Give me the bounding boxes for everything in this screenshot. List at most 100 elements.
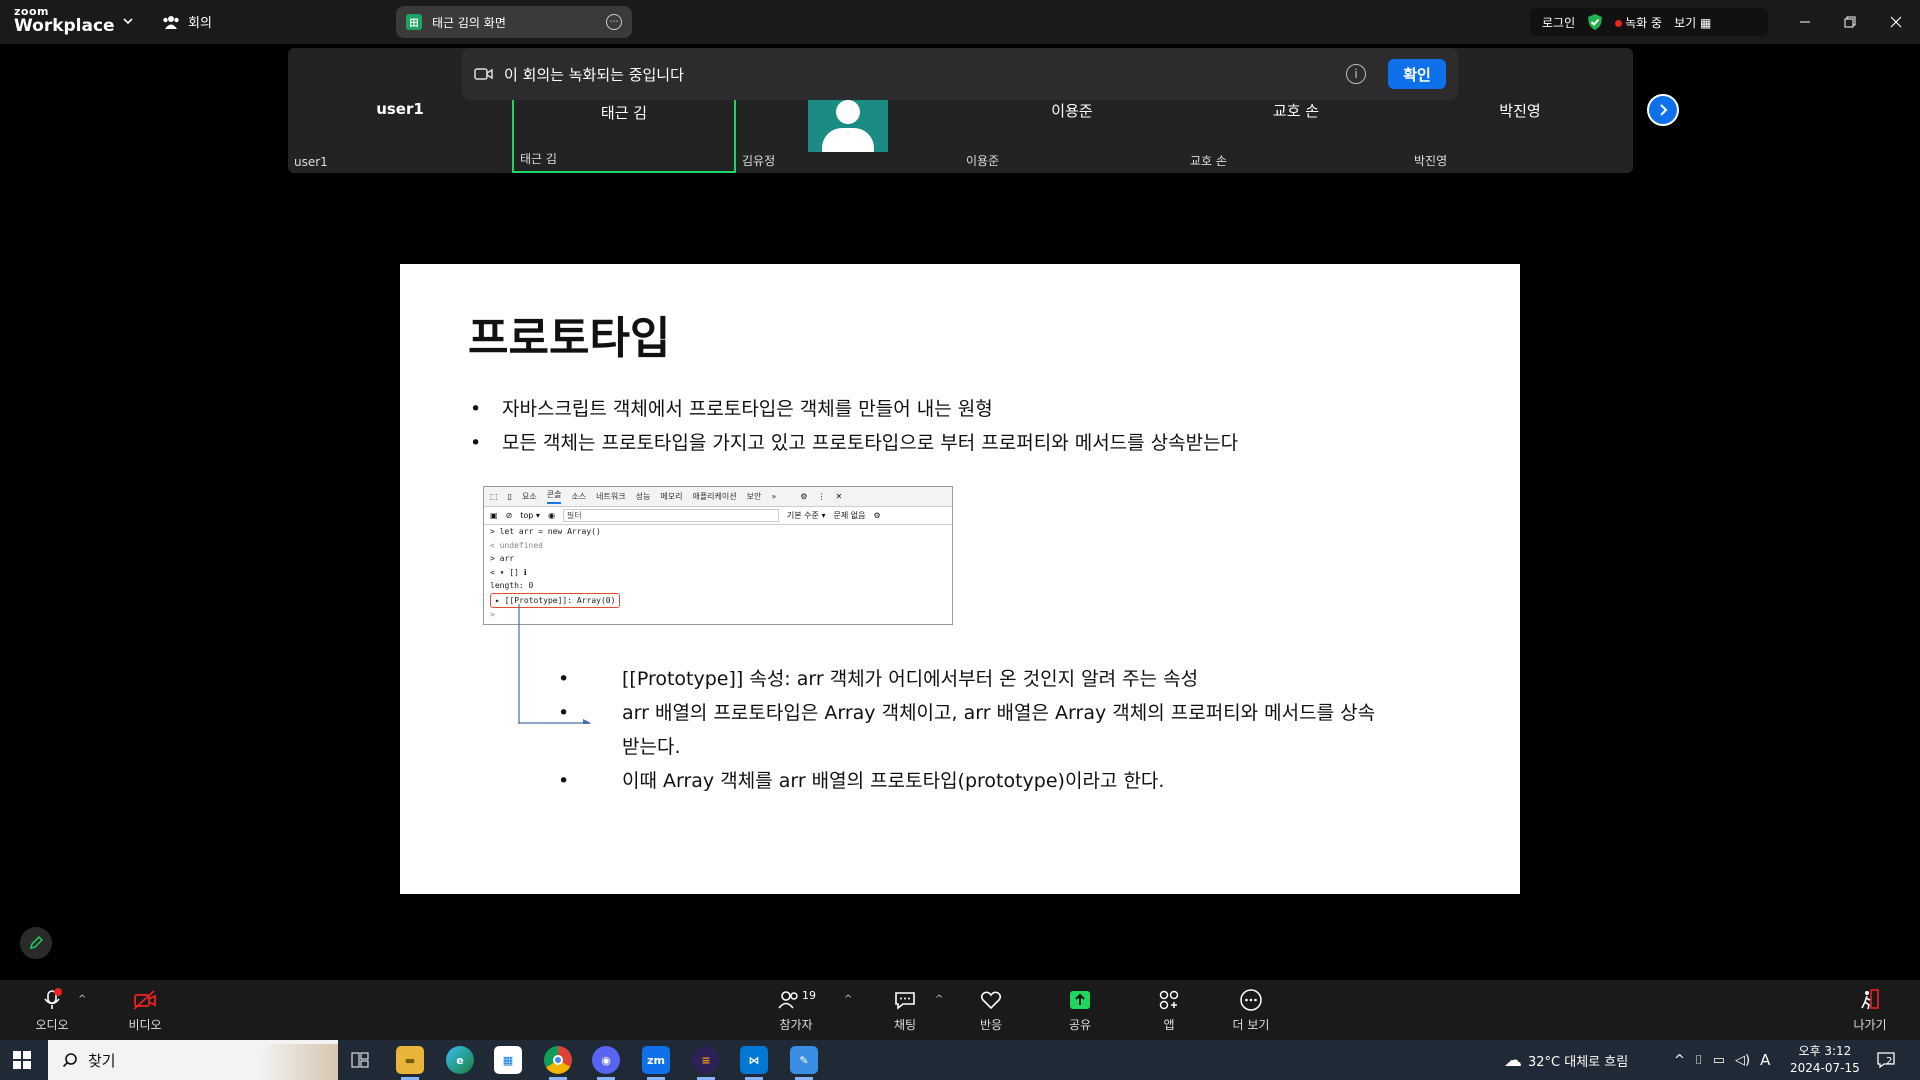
participant-display-name: 교호 손 [1272, 102, 1320, 120]
participants-button[interactable]: 19 참가자 [756, 988, 836, 1033]
leave-icon [1861, 989, 1879, 1010]
heart-icon [980, 991, 1002, 1010]
search-highlight-image [258, 1044, 338, 1080]
chevron-down-icon[interactable] [120, 13, 136, 29]
close-icon[interactable] [1884, 10, 1908, 34]
minimize-icon[interactable] [1793, 10, 1817, 34]
participants-label: 참가자 [779, 1018, 813, 1032]
console-line: < undefined [490, 540, 543, 550]
record-dot-icon [1615, 19, 1623, 27]
weather-widget[interactable]: ☁ 32°C 대체로 흐림 [1504, 1040, 1628, 1080]
inspect-icon: ⬚ [490, 492, 498, 501]
login-button[interactable]: 로그인 [1542, 14, 1575, 31]
paint-icon[interactable]: ✎ [790, 1046, 818, 1074]
participant-display-name: 태근 김 [600, 104, 648, 122]
participant-name-label: 교호 손 [1190, 154, 1227, 168]
participants-options-caret[interactable]: ^ [844, 994, 852, 1005]
next-page-button[interactable] [1647, 94, 1679, 126]
gear-icon: ⚙ [873, 511, 881, 520]
react-label: 반응 [979, 1018, 1003, 1032]
zoom-title-bar: zoom Workplace 회의 田 태근 김의 화면 ⋯ 로그인 녹화 중 … [0, 0, 1920, 44]
store-icon[interactable]: ▦ [494, 1046, 522, 1074]
discord-icon[interactable]: ◉ [592, 1046, 620, 1074]
confirm-button[interactable]: 확인 [1388, 59, 1446, 89]
chat-icon [895, 992, 915, 1010]
device-icon: ▯ [507, 492, 512, 501]
task-view-icon[interactable] [346, 1046, 374, 1074]
bullet-item: 모든 객체는 프로토타입을 가지고 있고 프로토타입으로 부터 프로퍼티와 메서… [470, 426, 1238, 460]
devtools-tab: 보안 [746, 492, 762, 501]
recording-notice-text: 이 회의는 녹화되는 중입니다 [504, 65, 684, 84]
recording-indicator[interactable]: 녹화 중 [1615, 14, 1662, 31]
video-off-icon [133, 990, 156, 1010]
chat-options-caret[interactable]: ^ [935, 994, 943, 1005]
pen-icon [30, 936, 43, 949]
info-icon[interactable]: i [1346, 64, 1366, 84]
windows-taskbar: 찾기 ▬ e ▦ ◉ zm ≡ ⋈ ✎ ☁ 32°C 대체로 흐림 ^ ⌷ ▭ … [0, 1040, 1920, 1080]
kebab-icon: ⋮ [817, 492, 826, 501]
apps-button[interactable]: 앱 [1129, 988, 1209, 1033]
sheets-app-icon: 田 [406, 14, 422, 30]
sidebar-toggle-icon: ▣ [490, 511, 498, 520]
meeting-toolbar: 오디오 ^ 비디오 19 참가자 ^ 채팅 ^ 반응 공유 앱 더 보기 나가기 [0, 980, 1920, 1040]
annotate-pen-button[interactable] [20, 927, 52, 959]
zoom-app-label: zm [647, 1053, 665, 1067]
file-explorer-icon[interactable]: ▬ [396, 1046, 424, 1074]
notification-center[interactable]: 2 [1876, 1050, 1896, 1070]
search-icon [62, 1053, 77, 1068]
zoom-app-icon[interactable]: zm [642, 1046, 670, 1074]
volume-icon[interactable]: ◁) [1735, 1053, 1750, 1068]
shield-check-icon[interactable] [1587, 13, 1603, 31]
slide-bullets-top: 자바스크립트 객체에서 프로토타입은 객체를 만들어 내는 원형 모든 객체는 … [470, 392, 1238, 460]
context-select: top ▾ [520, 511, 540, 520]
ime-indicator[interactable]: A [1760, 1051, 1770, 1069]
share-screen-icon [1070, 991, 1090, 1009]
share-button[interactable]: 공유 [1040, 988, 1120, 1033]
meeting-label: 회의 [188, 16, 212, 31]
devtools-tab: 애플리케이션 [692, 492, 737, 501]
shared-screen-title: 태근 김의 화면 [432, 15, 506, 30]
bullet-item: arr 배열의 프로토타입은 Array 객체이고, arr 배열은 Array… [590, 696, 1390, 764]
more-options-icon[interactable]: ⋯ [606, 14, 622, 30]
zoom-logo: zoom Workplace [14, 6, 115, 35]
participant-display-name: user1 [376, 100, 424, 118]
view-button[interactable]: 보기 ▦ [1674, 14, 1711, 31]
windows-start-icon[interactable] [13, 1051, 31, 1073]
logo-big-text: Workplace [14, 16, 115, 36]
eclipse-icon[interactable]: ≡ [692, 1046, 720, 1074]
chrome-icon[interactable] [544, 1046, 572, 1074]
eye-icon: ◉ [547, 511, 555, 520]
shared-screen-pill[interactable]: 田 태근 김의 화면 ⋯ [396, 6, 632, 38]
meet-now-icon[interactable]: ⌷ [1695, 1053, 1703, 1068]
react-button[interactable]: 반응 [951, 988, 1031, 1033]
participants-icon: 19 [778, 989, 816, 1009]
taskbar-search[interactable]: 찾기 [48, 1040, 338, 1080]
vscode-icon[interactable]: ⋈ [740, 1046, 768, 1074]
system-clock[interactable]: 오후 3:12 2024-07-15 [1790, 1043, 1860, 1077]
more-icon [1240, 989, 1262, 1011]
participant-name-label: 박진영 [1414, 154, 1448, 168]
chat-button[interactable]: 채팅 [865, 988, 945, 1033]
system-tray: ^ ⌷ ▭ ◁) A [1674, 1040, 1770, 1080]
devtools-tab: 성능 [635, 492, 651, 501]
audio-label: 오디오 [35, 1018, 69, 1032]
network-icon[interactable]: ▭ [1713, 1053, 1725, 1068]
leave-label: 나가기 [1853, 1018, 1887, 1032]
people-icon [163, 15, 179, 29]
chevron-up-icon[interactable]: ^ [1674, 1053, 1685, 1068]
devtools-console-toolbar: ▣ ⊘ top ▾ ◉ 필터 기본 수준 ▾ 문제 없음 ⚙ [484, 507, 952, 525]
bullet-item: 이때 Array 객체를 arr 배열의 프로토타입(prototype)이라고… [590, 764, 1390, 798]
edge-browser-icon[interactable]: e [446, 1046, 474, 1074]
leave-button[interactable]: 나가기 [1830, 988, 1910, 1033]
more-button[interactable]: 더 보기 [1211, 988, 1291, 1033]
cloud-sun-icon: ☁ [1504, 1049, 1522, 1071]
devtools-tab-selected: 콘솔 [546, 489, 562, 504]
recording-notice-banner: 이 회의는 녹화되는 중입니다 i 확인 [462, 48, 1458, 100]
meeting-menu-button[interactable]: 회의 [162, 12, 212, 31]
devtools-tab: 요소 [521, 492, 537, 501]
video-button[interactable]: 비디오 [105, 988, 185, 1033]
participant-name-label: 김유정 [742, 154, 776, 168]
restore-icon[interactable] [1838, 10, 1862, 34]
audio-options-caret[interactable]: ^ [78, 994, 86, 1005]
avatar [808, 94, 888, 152]
